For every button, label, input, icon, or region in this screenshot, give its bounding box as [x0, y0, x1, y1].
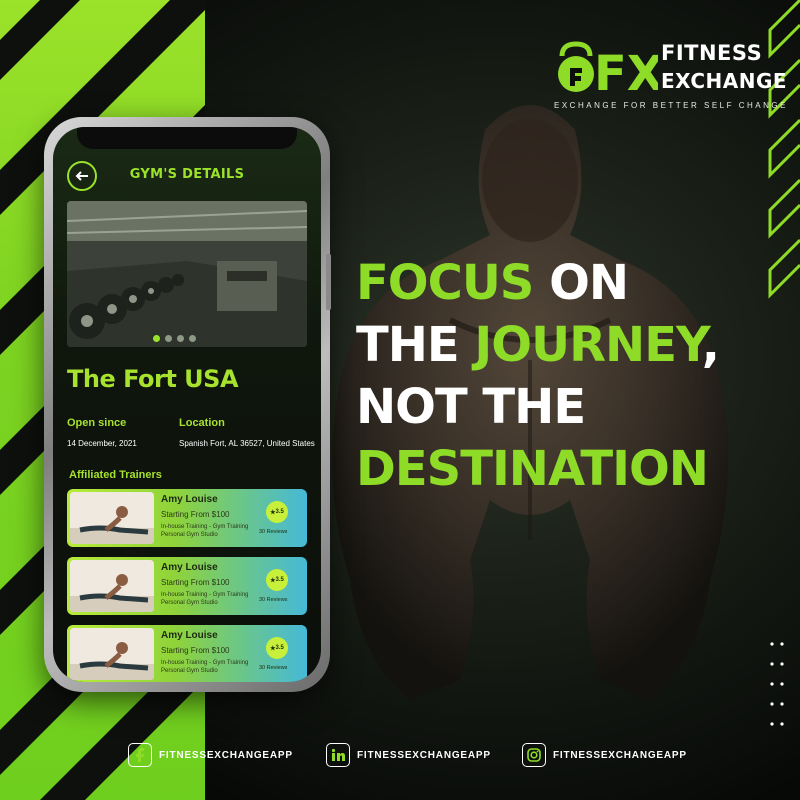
trainer-photo	[70, 628, 154, 680]
trainer-photo	[70, 560, 154, 612]
screen-title: GYM'S DETAILS	[129, 167, 245, 182]
gym-photo[interactable]	[67, 201, 307, 347]
facebook-icon	[128, 743, 152, 767]
headline-comma: ,	[701, 317, 720, 373]
poster-canvas: FX FITNESS EXCHANGE EXCHANGE FOR BETTER …	[0, 0, 800, 800]
trainer-description: In-house Training - Gym Training Personal…	[161, 592, 249, 606]
open-since-label: Open since	[67, 417, 127, 429]
affiliated-trainers-heading: Affiliated Trainers	[69, 469, 162, 481]
headline-line1: FOCUS ON	[356, 252, 776, 314]
logo-letters: FX	[594, 46, 658, 98]
trainer-price: Starting From $100	[161, 646, 230, 655]
review-count: 30 Reviews	[259, 665, 288, 671]
trainer-name: Amy Louise	[161, 494, 218, 505]
phone-notch	[77, 127, 297, 149]
trainer-price: Starting From $100	[161, 510, 230, 519]
trainer-card[interactable]: Amy Louise Starting From $100 In-house T…	[67, 489, 307, 547]
location-label: Location	[179, 417, 225, 429]
linkedin-link[interactable]: FITNESSEXCHANGEAPP	[326, 742, 491, 768]
facebook-link[interactable]: FITNESSEXCHANGEAPP	[128, 742, 293, 768]
linkedin-icon	[326, 743, 350, 767]
phone-mockup: GYM'S DETAILS The Fort USA Open since 14…	[44, 117, 330, 692]
brand-tagline: EXCHANGE FOR BETTER SELF CHANGE	[554, 101, 788, 110]
instagram-link[interactable]: FITNESSEXCHANGEAPP	[522, 742, 687, 768]
carousel-dot-1[interactable]	[153, 335, 160, 342]
headline-on: ON	[533, 255, 629, 311]
carousel-dot-4[interactable]	[189, 335, 196, 342]
location-value: Spanish Fort, AL 36527, United States	[179, 439, 315, 448]
kettlebell-icon: FX	[558, 41, 658, 98]
trainer-name: Amy Louise	[161, 562, 218, 573]
trainer-photo	[70, 492, 154, 544]
headline-destination: DESTINATION	[356, 441, 709, 497]
brand-logo: FX FITNESS EXCHANGE EXCHANGE FOR BETTER …	[554, 38, 787, 116]
dot-grid-decoration	[770, 642, 784, 726]
rating-badge: ★ 3.5	[266, 569, 288, 591]
linkedin-handle: FITNESSEXCHANGEAPP	[357, 749, 491, 761]
phone-screen: GYM'S DETAILS The Fort USA Open since 14…	[53, 127, 321, 682]
trainer-price: Starting From $100	[161, 578, 230, 587]
headline-journey: JOURNEY	[474, 317, 702, 373]
instagram-handle: FITNESSEXCHANGEAPP	[553, 749, 687, 761]
trainer-card[interactable]: Amy Louise Starting From $100 In-house T…	[67, 625, 307, 682]
headline-line2: THE JOURNEY,	[356, 314, 776, 376]
instagram-icon	[522, 743, 546, 767]
carousel-dot-3[interactable]	[177, 335, 184, 342]
headline: FOCUS ON THE JOURNEY, NOT THE DESTINATIO…	[356, 252, 776, 500]
open-since-value: 14 December, 2021	[67, 439, 137, 448]
review-count: 30 Reviews	[259, 597, 288, 603]
review-count: 30 Reviews	[259, 529, 288, 535]
headline-line3: NOT THE	[356, 379, 586, 435]
social-links: FITNESSEXCHANGEAPP FITNESSEXCHANGEAPP FI…	[0, 742, 800, 772]
brand-name-line2: EXCHANGE	[661, 69, 788, 93]
phone-side-button	[326, 254, 331, 310]
headline-focus: FOCUS	[356, 255, 534, 311]
trainer-description: In-house Training - Gym Training Personal…	[161, 524, 249, 538]
gym-interior-image	[67, 201, 307, 347]
rating-badge: ★ 3.5	[266, 501, 288, 523]
rating-badge: ★ 3.5	[266, 637, 288, 659]
brand-name-line1: FITNESS	[661, 41, 763, 65]
gym-name: The Fort USA	[67, 365, 239, 393]
trainer-card[interactable]: Amy Louise Starting From $100 In-house T…	[67, 557, 307, 615]
trainer-description: In-house Training - Gym Training Personal…	[161, 660, 249, 674]
carousel-dot-2[interactable]	[165, 335, 172, 342]
facebook-handle: FITNESSEXCHANGEAPP	[159, 749, 293, 761]
headline-the: THE	[356, 317, 475, 373]
carousel-dots	[153, 335, 196, 342]
trainer-name: Amy Louise	[161, 630, 218, 641]
